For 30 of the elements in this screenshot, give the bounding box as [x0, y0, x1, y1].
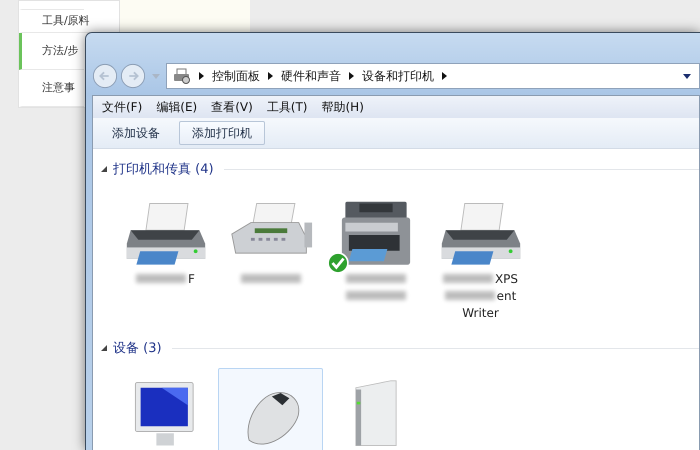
menu-item[interactable]: 文件(F)	[102, 98, 142, 116]
breadcrumb-arrow-icon[interactable]	[349, 72, 354, 80]
breadcrumb-item[interactable]: 设备和打印机	[362, 68, 434, 84]
group-heading: 打印机和传真 (4)	[113, 161, 214, 178]
printer-icon	[173, 68, 191, 84]
device-name: ent	[496, 288, 516, 302]
group-heading: 设备 (3)	[113, 340, 162, 357]
device-tile[interactable]	[218, 368, 323, 450]
device-name: F	[188, 272, 195, 286]
device-name: XPS	[494, 272, 518, 286]
breadcrumb-item[interactable]: 硬件和声音	[281, 68, 341, 84]
collapse-triangle-icon[interactable]	[101, 166, 107, 172]
breadcrumb-arrow-icon[interactable]	[442, 72, 447, 80]
breadcrumb-arrow-icon[interactable]	[199, 72, 204, 80]
toolbar-button[interactable]: 添加设备	[99, 121, 173, 145]
dropdown-arrow-icon[interactable]	[683, 74, 691, 78]
sidebar-item[interactable]: 注意事	[19, 70, 84, 107]
menu-item[interactable]: 编辑(E)	[156, 98, 198, 116]
toolbar-button[interactable]: 添加打印机	[179, 121, 265, 145]
sidebar-item[interactable]: 工具/原料	[19, 10, 90, 33]
menu-item[interactable]: 工具(T)	[266, 98, 308, 116]
collapse-triangle-icon[interactable]	[101, 345, 107, 351]
address-bar[interactable]: 控制面板 硬件和声音 设备和打印机	[166, 63, 700, 89]
breadcrumb-item[interactable]: 控制面板	[212, 68, 260, 84]
device-name: Writer	[462, 306, 499, 320]
breadcrumb-arrow-icon[interactable]	[268, 72, 273, 80]
menu-item[interactable]: 查看(V)	[211, 98, 253, 116]
device-tile[interactable]: F	[113, 189, 218, 326]
device-tile[interactable]: XPS ent Writer	[428, 189, 533, 326]
menu-item[interactable]: 帮助(H)	[322, 98, 364, 116]
